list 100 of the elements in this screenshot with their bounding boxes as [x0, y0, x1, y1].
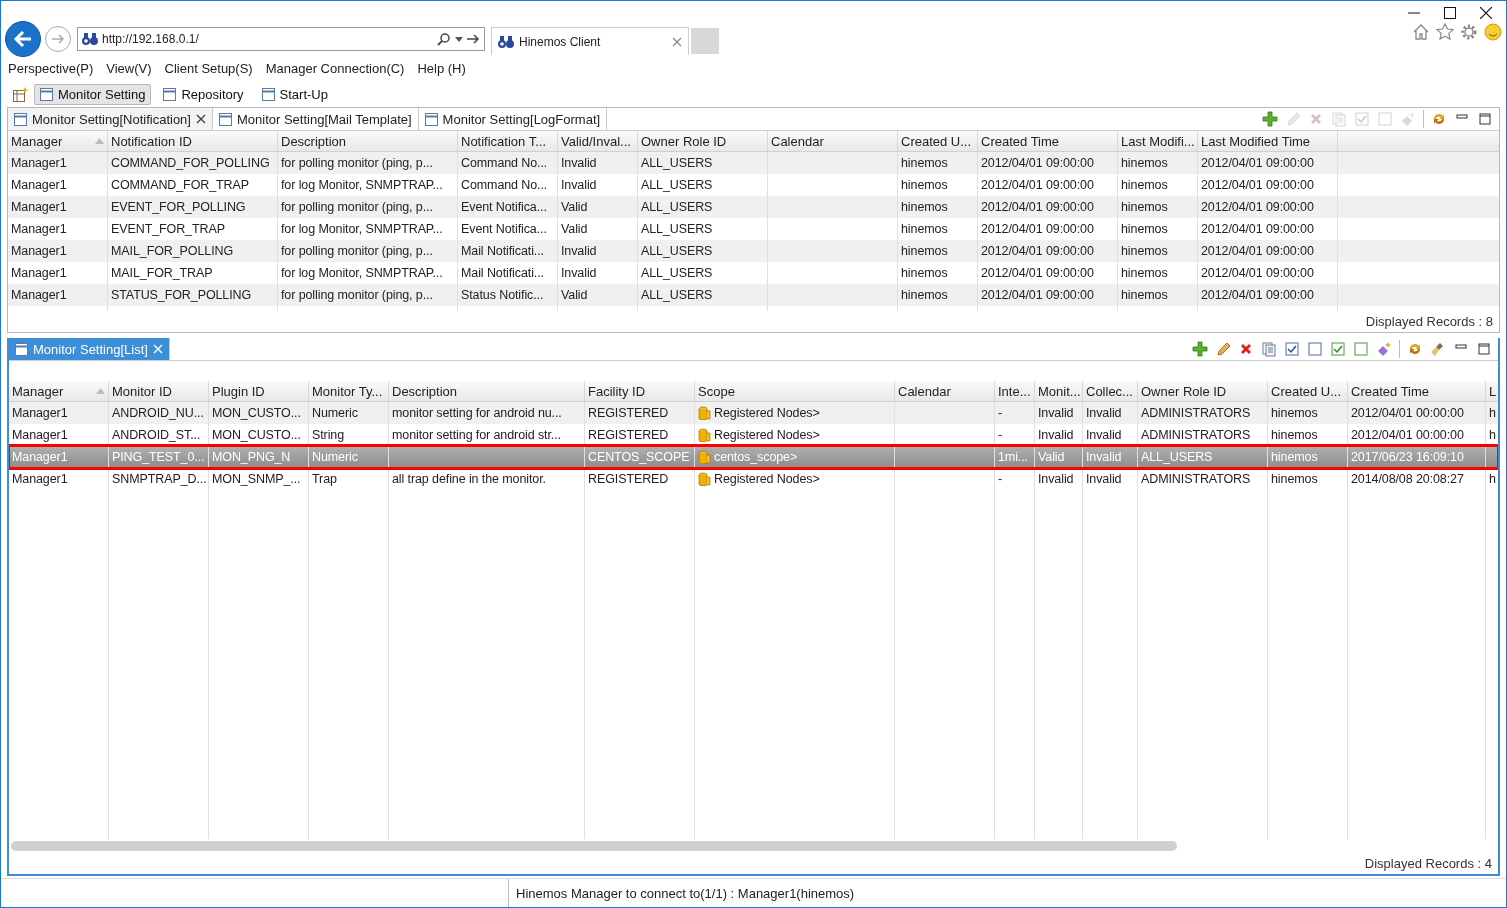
copy-icon[interactable]: [1261, 341, 1277, 357]
column-header[interactable]: Last Modified Time: [1198, 131, 1338, 151]
column-header[interactable]: Calendar: [768, 131, 898, 151]
browser-tab[interactable]: Hinemos Client: [491, 27, 689, 55]
column-header[interactable]: Facility ID: [585, 381, 695, 401]
table-cell: hinemos: [1121, 156, 1168, 170]
menu-item[interactable]: Client Setup(S): [164, 60, 253, 76]
table-cell: Numeric: [312, 450, 358, 464]
column-header[interactable]: Created U...: [1268, 381, 1348, 401]
table-icon: [163, 87, 177, 101]
table-cell: 2012/04/01 00:00:00: [1351, 406, 1464, 420]
table-cell: hinemos: [1121, 288, 1168, 302]
perspective-button[interactable]: Start-Up: [255, 83, 334, 105]
back-button[interactable]: [5, 21, 41, 57]
close-icon[interactable]: [1480, 7, 1492, 19]
table-cell: hinemos: [1271, 450, 1318, 464]
menu-item[interactable]: View(V): [106, 60, 152, 76]
refresh-icon[interactable]: [1431, 111, 1447, 127]
table-cell: hinemos: [901, 222, 948, 236]
table-row[interactable]: Manager1 STATUS_FOR_POLLING for polling monitor (ping, p... Status Notific... Valid ALL_USERS hinemos 2012/04/01 09:00:00 hinemos 2012/04/01 09:00:00: [8, 284, 1499, 306]
table-row[interactable]: Manager1 COMMAND_FOR_POLLING for polling monitor (ping, p... Command No... Invalid ALL_USERS hinemos 2012/04/01 09:00:00 hinemos 2012/04/01 09:00:00: [8, 152, 1499, 174]
table-cell: ALL_USERS: [641, 288, 713, 302]
add-icon[interactable]: [1192, 341, 1208, 357]
open-perspective-icon[interactable]: [13, 86, 28, 102]
menu-item[interactable]: Manager Connection(C): [265, 60, 405, 76]
tick-box-icon[interactable]: [1330, 341, 1346, 357]
table-row[interactable]: Manager1 EVENT_FOR_POLLING for polling monitor (ping, p... Event Notifica... Valid ALL_USERS hinemos 2012/04/01 09:00:00 hinemos 2012/04/01 09:00:00: [8, 196, 1499, 218]
table-cell: 2012/04/01 09:00:00: [1201, 222, 1314, 236]
table-cell: Manager1: [11, 266, 67, 280]
go-icon[interactable]: [467, 33, 480, 45]
table-cell: -: [998, 472, 1003, 486]
column-header[interactable]: Monitor ID: [109, 381, 209, 401]
table-cell: EVENT_FOR_POLLING: [111, 200, 246, 214]
column-header[interactable]: Inte...: [995, 381, 1035, 401]
table-cell: 2012/04/01 09:00:00: [981, 156, 1094, 170]
column-header[interactable]: Created U...: [898, 131, 978, 151]
column-header[interactable]: Manager: [9, 381, 109, 401]
perspective-button[interactable]: Repository: [157, 83, 250, 105]
view-tab[interactable]: Monitor Setting[Notification]: [8, 108, 213, 130]
column-header[interactable]: Collec...: [1083, 381, 1138, 401]
diamond-icon[interactable]: [1376, 341, 1392, 357]
perspective-button[interactable]: Monitor Setting: [34, 83, 152, 105]
table-cell: Manager1: [11, 156, 67, 170]
column-header[interactable]: Owner Role ID: [1138, 381, 1268, 401]
table-cell: Valid: [561, 222, 588, 236]
table-cell: Manager1: [12, 450, 68, 464]
maximize-icon[interactable]: [1444, 7, 1456, 19]
close-icon[interactable]: [195, 114, 206, 124]
column-header[interactable]: Created Time: [1348, 381, 1486, 401]
table-cell: 2012/04/01 09:00:00: [1201, 156, 1314, 170]
table-cell: SNMPTRAP_D...: [112, 472, 207, 486]
table-cell: h: [1489, 472, 1496, 486]
table-cell: Invalid: [1086, 406, 1122, 420]
column-header[interactable]: Monit...: [1035, 381, 1083, 401]
column-header[interactable]: Notification T...: [458, 131, 558, 151]
table-cell: hinemos: [901, 156, 948, 170]
table-cell: 2012/04/01 09:00:00: [1201, 288, 1314, 302]
table-row[interactable]: Manager1 SNMPTRAP_D... MON_SNMP_... Trap all trap define in the monitor. REGISTERED Registered Nodes> - Invalid Invalid ADMINISTRATORS hinemos 2014/08/08 20:08:27 h: [9, 468, 1498, 490]
column-header[interactable]: Last Modifi...: [1118, 131, 1198, 151]
column-header[interactable]: L: [1486, 381, 1498, 401]
menu-item[interactable]: Perspective(P): [8, 60, 94, 76]
home-icon[interactable]: [1412, 23, 1430, 41]
table-cell: Event Notifica...: [461, 222, 547, 236]
address-bar[interactable]: http://192.168.0.1/: [77, 27, 485, 51]
table-row[interactable]: Manager1 ANDROID_NU... MON_CUSTO... Numeric monitor setting for android nu... REGISTERED Registered Nodes> - Invalid Invalid ADMINISTRATORS hinemos 2012/04/01 00:00:00 h: [9, 402, 1498, 424]
forward-button[interactable]: [45, 26, 71, 52]
table-row[interactable]: Manager1 MAIL_FOR_POLLING for polling monitor (ping, p... Mail Notificati... Invalid ALL_USERS hinemos 2012/04/01 09:00:00 hinemos 2012/04/01 09:00:00: [8, 240, 1499, 262]
table-cell: Mail Notificati...: [461, 266, 544, 280]
table-cell: for log Monitor, SNMPTRAP...: [281, 178, 443, 192]
dropdown-icon[interactable]: [455, 36, 463, 42]
check-icon[interactable]: [1284, 341, 1300, 357]
table-cell: hinemos: [1121, 200, 1168, 214]
broom-icon[interactable]: [1430, 341, 1446, 357]
column-header[interactable]: Valid/Inval...: [558, 131, 638, 151]
sort-icon: [95, 138, 104, 144]
table-cell: Invalid: [1038, 472, 1074, 486]
table-cell: String: [312, 428, 345, 442]
menu-item[interactable]: Help (H): [417, 60, 466, 76]
table-cell: Status Notific...: [461, 288, 544, 302]
column-header[interactable]: Monitor Ty...: [309, 381, 389, 401]
column-header[interactable]: Manager: [8, 131, 108, 151]
column-header[interactable]: Description: [389, 381, 585, 401]
add-icon[interactable]: [1262, 111, 1278, 127]
table-cell: ALL_USERS: [641, 266, 713, 280]
refresh-icon[interactable]: [1407, 341, 1423, 357]
column-header[interactable]: Plugin ID: [209, 381, 309, 401]
column-header[interactable]: Scope: [695, 381, 895, 401]
column-header[interactable]: Description: [278, 131, 458, 151]
star-icon[interactable]: [1436, 23, 1454, 41]
uncheck-icon[interactable]: [1307, 341, 1323, 357]
table-cell: hinemos: [1271, 472, 1318, 486]
column-header[interactable]: Owner Role ID: [638, 131, 768, 151]
column-header[interactable]: Notification ID: [108, 131, 278, 151]
scrollbar-thumb[interactable]: [11, 841, 1177, 851]
table-cell: REGISTERED: [588, 406, 669, 420]
edit-icon[interactable]: [1215, 341, 1231, 357]
search-icon[interactable]: [437, 32, 451, 46]
column-header[interactable]: Calendar: [895, 381, 995, 401]
table-cell: hinemos: [901, 200, 948, 214]
column-header[interactable]: Created Time: [978, 131, 1118, 151]
